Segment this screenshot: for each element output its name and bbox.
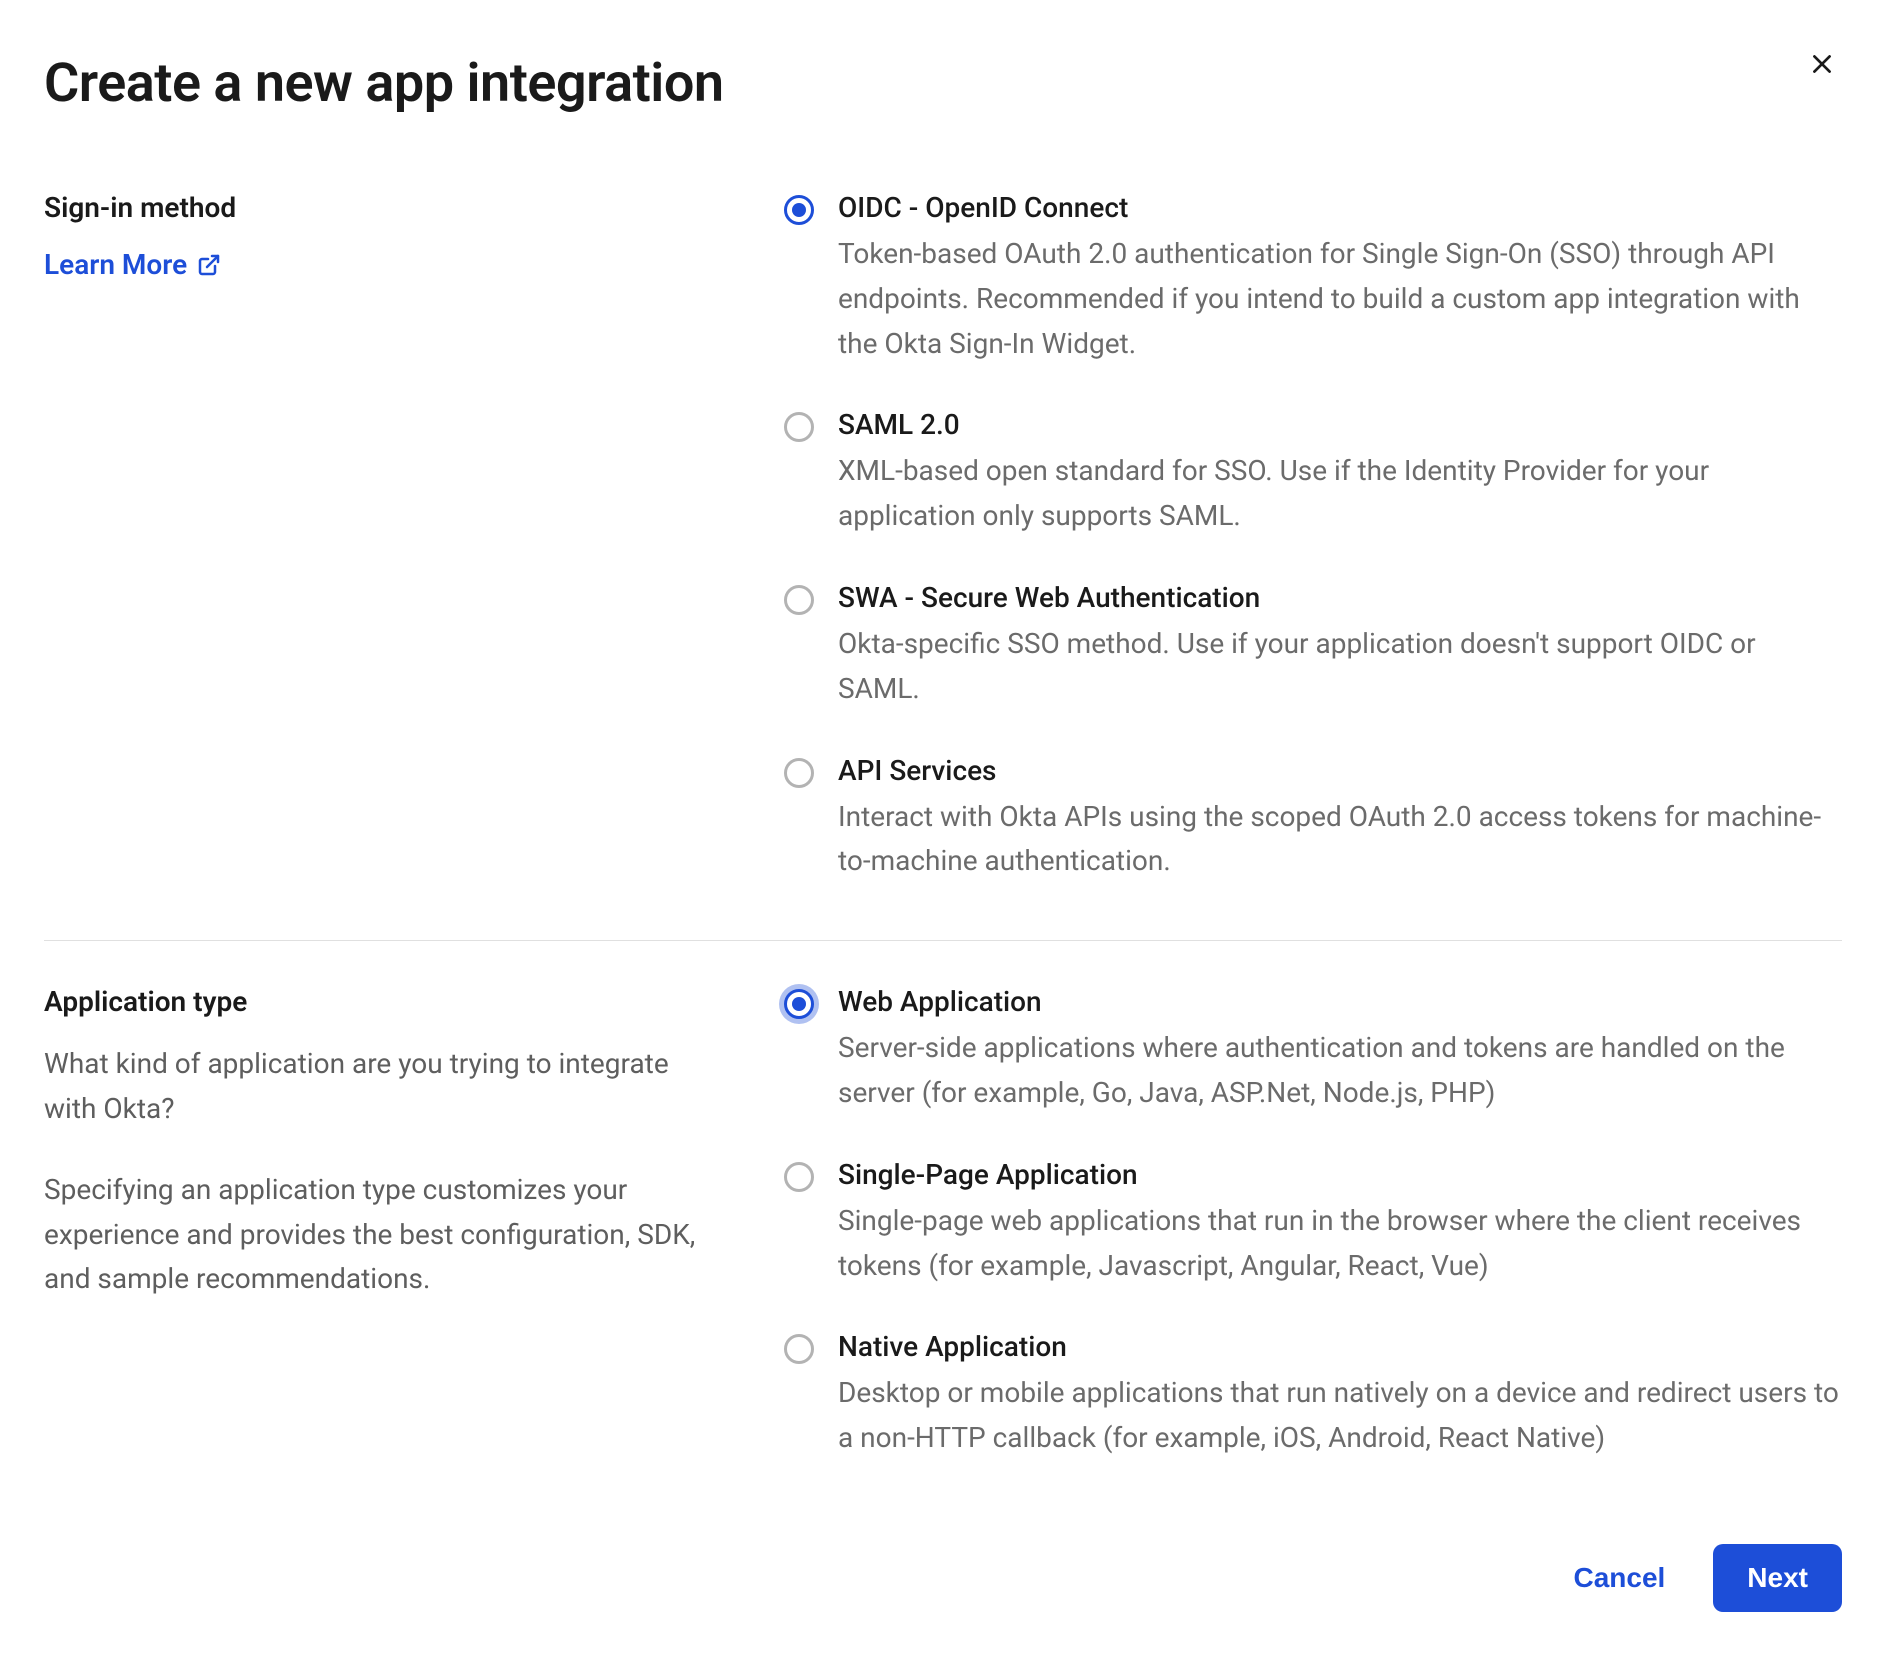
- radio-oidc[interactable]: OIDC - OpenID Connect Token-based OAuth …: [784, 191, 1842, 366]
- radio-desc: Single-page web applications that run in…: [838, 1199, 1842, 1289]
- radio-title: OIDC - OpenID Connect: [838, 191, 1842, 224]
- radio-indicator: [784, 585, 814, 615]
- section-signin-method: Sign-in method Learn More OIDC - OpenID …: [44, 171, 1842, 940]
- radio-desc: Server-side applications where authentic…: [838, 1026, 1842, 1116]
- section-right: OIDC - OpenID Connect Token-based OAuth …: [784, 191, 1842, 884]
- section-right: Web Application Server-side applications…: [784, 985, 1842, 1461]
- signin-method-radio-group: OIDC - OpenID Connect Token-based OAuth …: [784, 191, 1842, 884]
- close-icon: [1809, 51, 1835, 77]
- radio-title: Web Application: [838, 985, 1842, 1018]
- radio-indicator: [784, 758, 814, 788]
- modal-footer: Cancel Next: [1561, 1544, 1842, 1612]
- radio-desc: Desktop or mobile applications that run …: [838, 1371, 1842, 1461]
- radio-title: Native Application: [838, 1330, 1842, 1363]
- section-left: Application type What kind of applicatio…: [44, 985, 744, 1461]
- radio-title: API Services: [838, 754, 1842, 787]
- radio-indicator: [784, 412, 814, 442]
- radio-web-application[interactable]: Web Application Server-side applications…: [784, 985, 1842, 1116]
- cancel-button[interactable]: Cancel: [1561, 1544, 1677, 1612]
- radio-swa[interactable]: SWA - Secure Web Authentication Okta-spe…: [784, 581, 1842, 712]
- signin-method-label: Sign-in method: [44, 191, 724, 224]
- section-application-type: Application type What kind of applicatio…: [44, 941, 1842, 1517]
- application-type-question: What kind of application are you trying …: [44, 1042, 724, 1132]
- create-app-integration-modal: Create a new app integration Sign-in met…: [0, 0, 1886, 1656]
- radio-single-page-application[interactable]: Single-Page Application Single-page web …: [784, 1158, 1842, 1289]
- radio-native-application[interactable]: Native Application Desktop or mobile app…: [784, 1330, 1842, 1461]
- radio-title: SWA - Secure Web Authentication: [838, 581, 1842, 614]
- radio-saml[interactable]: SAML 2.0 XML-based open standard for SSO…: [784, 408, 1842, 539]
- application-type-label: Application type: [44, 985, 724, 1018]
- section-left: Sign-in method Learn More: [44, 191, 744, 884]
- learn-more-text: Learn More: [44, 248, 187, 281]
- radio-desc: Token-based OAuth 2.0 authentication for…: [838, 232, 1842, 366]
- radio-desc: Interact with Okta APIs using the scoped…: [838, 795, 1842, 885]
- application-type-radio-group: Web Application Server-side applications…: [784, 985, 1842, 1461]
- close-button[interactable]: [1802, 44, 1842, 84]
- learn-more-link[interactable]: Learn More: [44, 248, 221, 281]
- radio-indicator: [784, 989, 814, 1019]
- modal-title: Create a new app integration: [44, 52, 1842, 115]
- radio-indicator: [784, 1334, 814, 1364]
- radio-api-services[interactable]: API Services Interact with Okta APIs usi…: [784, 754, 1842, 885]
- application-type-hint: Specifying an application type customize…: [44, 1168, 724, 1302]
- radio-title: Single-Page Application: [838, 1158, 1842, 1191]
- radio-title: SAML 2.0: [838, 408, 1842, 441]
- next-button[interactable]: Next: [1713, 1544, 1842, 1612]
- external-link-icon: [197, 253, 221, 277]
- radio-desc: Okta-specific SSO method. Use if your ap…: [838, 622, 1842, 712]
- radio-desc: XML-based open standard for SSO. Use if …: [838, 449, 1842, 539]
- radio-indicator: [784, 195, 814, 225]
- radio-indicator: [784, 1162, 814, 1192]
